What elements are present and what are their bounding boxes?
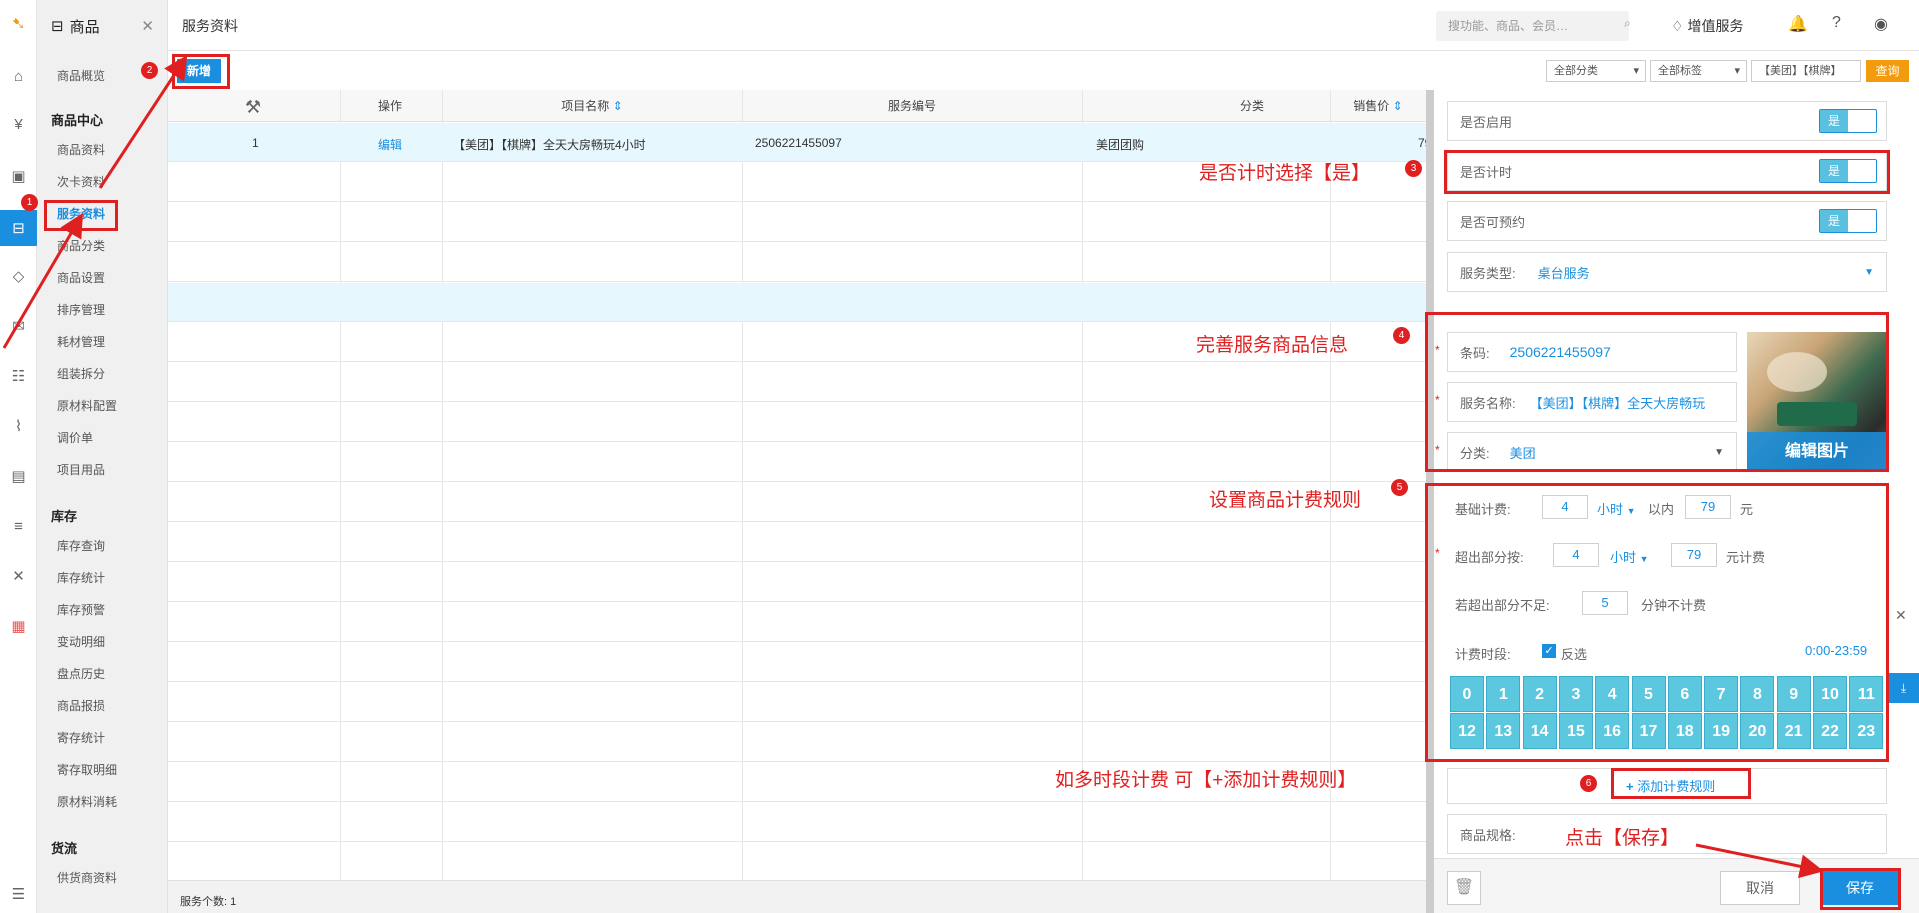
- annotation-billing: 设置商品计费规则: [1209, 490, 1362, 511]
- step-badge: 5: [1391, 479, 1408, 496]
- arrow-overlay: [2, 54, 1824, 879]
- step-badge: 1: [21, 194, 38, 211]
- annotation-info: 完善服务商品信息: [1196, 335, 1349, 356]
- annotation-timed: 是否计时选择【是】: [1199, 163, 1371, 184]
- step-badge: 4: [1393, 327, 1410, 344]
- annotation-add-rule: 如多时段计费 可【+添加计费规则】: [1055, 770, 1357, 791]
- step-badge: 3: [1405, 160, 1422, 177]
- annotation-save: 点击【保存】: [1565, 828, 1680, 849]
- step-badge: 6: [1580, 775, 1597, 792]
- step-badge: 2: [141, 62, 158, 79]
